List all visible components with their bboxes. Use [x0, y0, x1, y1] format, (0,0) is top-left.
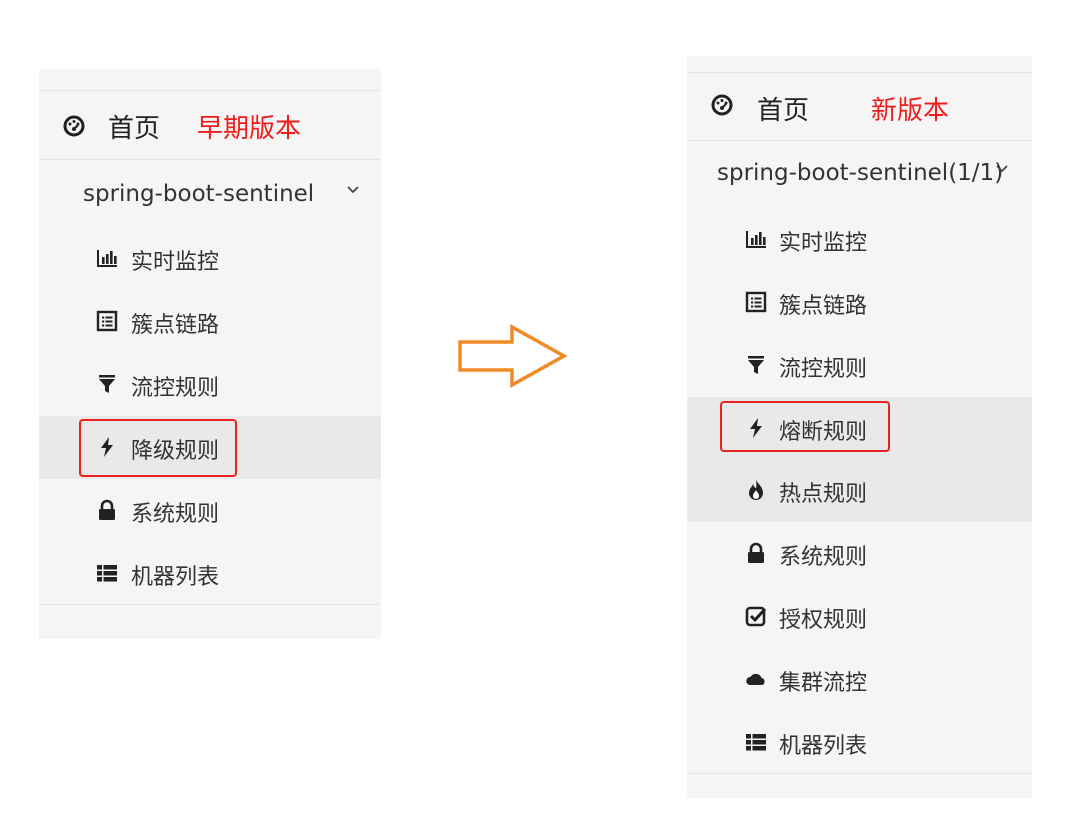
menu-item-label: 簇点链路: [131, 313, 220, 338]
menu-item-authority-rules[interactable]: 授权规则: [687, 585, 1032, 648]
menu-item-label: 流控规则: [131, 376, 220, 401]
list-alt-icon: [96, 310, 118, 332]
arrow-right-icon: [458, 324, 568, 388]
menu-item-label: 集群流控: [779, 671, 868, 696]
th-list-icon: [97, 565, 117, 582]
dashboard-icon: [63, 115, 85, 137]
divider: [39, 604, 381, 605]
cloud-icon: [746, 673, 765, 685]
bar-chart-icon: [97, 250, 117, 267]
chevron-down-icon: [996, 165, 1008, 173]
menu-item-label: 系统规则: [131, 502, 220, 527]
fire-icon: [749, 480, 763, 500]
menu-item-cluster-flow-control[interactable]: 集群流控: [687, 648, 1032, 711]
menu-item-realtime-monitor[interactable]: 实时监控: [39, 227, 381, 290]
app-name: spring-boot-sentinel(1/1): [717, 160, 1003, 186]
home-nav-item[interactable]: 首页 新版本: [687, 73, 1032, 141]
app-group-header[interactable]: spring-boot-sentinel(1/1): [687, 142, 1032, 206]
th-list-icon: [746, 734, 766, 751]
menu-item-realtime-monitor[interactable]: 实时监控: [687, 208, 1032, 271]
sidebar-new-version: 首页 新版本 spring-boot-sentinel(1/1) 实时监控 簇点…: [687, 56, 1032, 798]
filter-icon: [99, 375, 115, 393]
menu-item-flow-rules[interactable]: 流控规则: [39, 353, 381, 416]
chevron-down-icon: [347, 186, 359, 194]
list-alt-icon: [745, 291, 767, 313]
app-name-text: spring-boot-sentinel: [717, 160, 949, 186]
app-group-header[interactable]: spring-boot-sentinel: [39, 161, 381, 225]
menu-item-machine-list[interactable]: 机器列表: [687, 711, 1032, 774]
menu-item-cluster-point-link[interactable]: 簇点链路: [687, 271, 1032, 334]
lock-icon: [99, 499, 115, 520]
version-annotation: 早期版本: [197, 114, 302, 144]
menu-item-label: 机器列表: [779, 734, 868, 759]
menu-item-machine-list[interactable]: 机器列表: [39, 542, 381, 605]
divider: [39, 159, 381, 160]
lock-icon: [748, 542, 764, 563]
menu-item-label: 机器列表: [131, 565, 220, 590]
menu-item-cluster-point-link[interactable]: 簇点链路: [39, 290, 381, 353]
home-nav-item[interactable]: 首页 早期版本: [39, 91, 381, 159]
bar-chart-icon: [746, 231, 766, 248]
menu-item-label: 实时监控: [779, 231, 868, 256]
menu-item-label: 流控规则: [779, 357, 868, 382]
home-label: 首页: [757, 96, 810, 126]
sidebar-early-version: 首页 早期版本 spring-boot-sentinel 实时监控 簇点链路 流…: [39, 69, 381, 639]
menu-item-label: 热点规则: [779, 482, 868, 507]
check-square-icon: [745, 606, 767, 627]
version-annotation: 新版本: [871, 96, 950, 126]
divider: [687, 773, 1032, 774]
menu-item-label: 系统规则: [779, 545, 868, 570]
app-name: spring-boot-sentinel: [83, 181, 315, 207]
highlight-box: [79, 419, 237, 477]
menu-item-flow-rules[interactable]: 流控规则: [687, 334, 1032, 397]
menu-item-system-rules[interactable]: 系统规则: [39, 479, 381, 542]
menu-item-hotspot-rules[interactable]: 热点规则: [687, 459, 1032, 522]
menu-item-label: 授权规则: [779, 608, 868, 633]
highlight-box: [720, 401, 890, 452]
home-label: 首页: [108, 114, 161, 144]
dashboard-icon: [711, 94, 733, 116]
menu-item-label: 簇点链路: [779, 294, 868, 319]
menu-item-label: 实时监控: [131, 250, 220, 275]
divider: [687, 140, 1032, 141]
menu-item-system-rules[interactable]: 系统规则: [687, 522, 1032, 585]
filter-icon: [748, 356, 764, 374]
